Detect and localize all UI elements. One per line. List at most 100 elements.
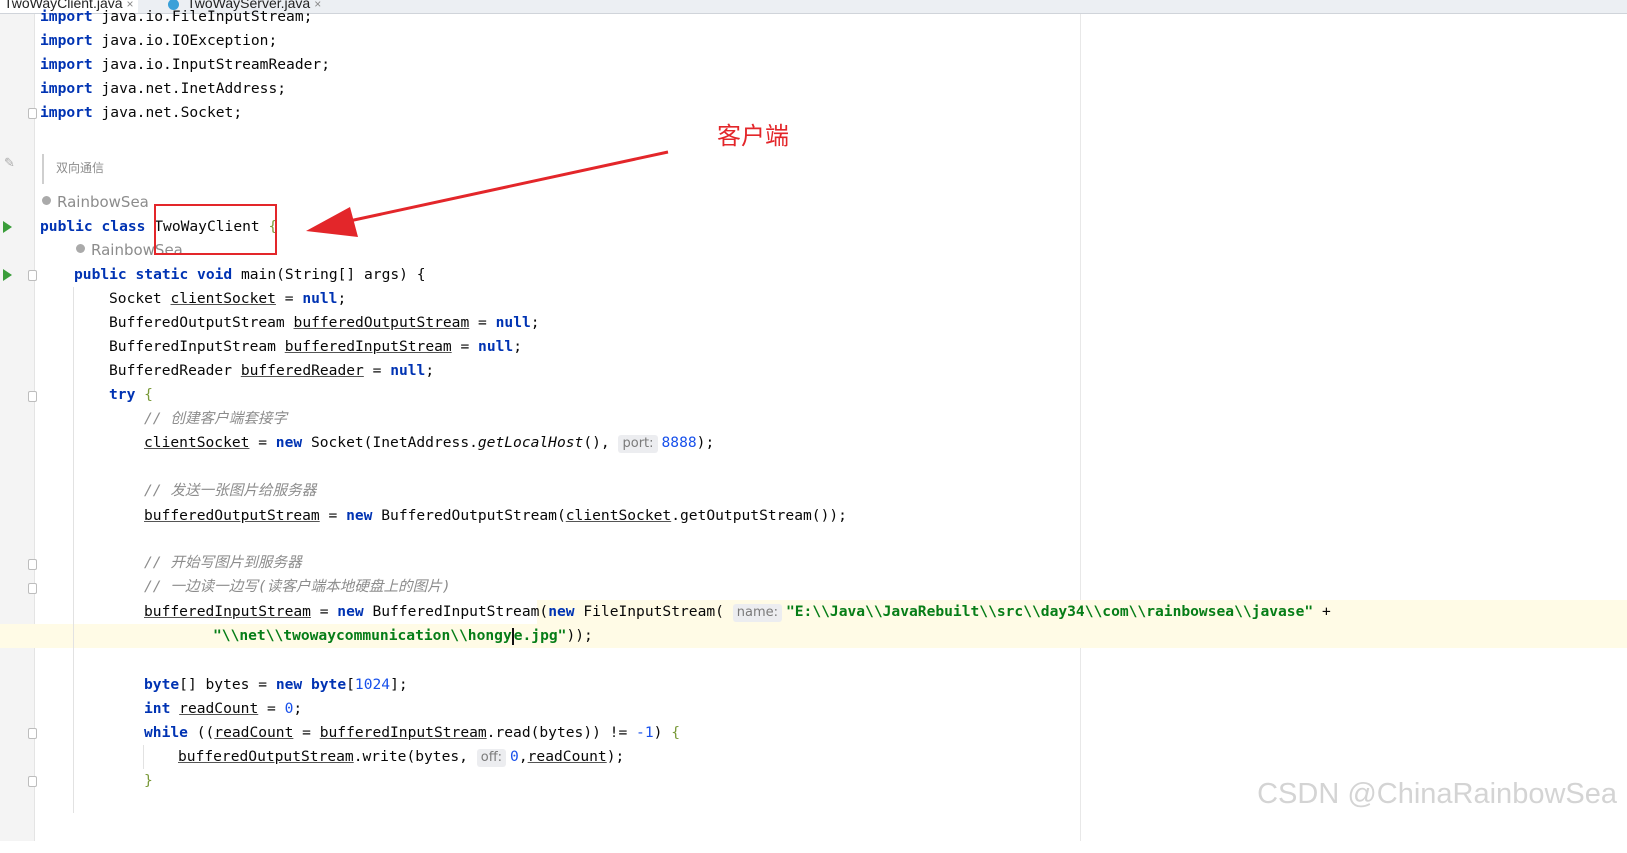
punctuation: ) <box>653 724 672 741</box>
method-call: .write(bytes, <box>353 748 477 765</box>
keyword: import <box>40 80 93 97</box>
run-gutter-icon[interactable] <box>3 269 12 281</box>
keyword: null <box>302 290 338 307</box>
fold-marker-icon[interactable] <box>28 391 37 402</box>
fold-marker-icon[interactable] <box>28 108 37 119</box>
code-line[interactable]: } <box>144 769 153 793</box>
code-line[interactable]: BufferedInputStream bufferedInputStream … <box>109 335 522 359</box>
code-line-current[interactable]: "\\net\\twowaycommunication\\hongy e.jpg"… <box>213 624 593 648</box>
keyword: class <box>101 218 146 235</box>
author-hint[interactable]: RainbowSea <box>42 193 149 211</box>
keyword: import <box>40 32 93 49</box>
fold-marker-icon[interactable] <box>28 270 37 281</box>
brace: { <box>416 266 426 283</box>
package: java.net. <box>101 80 181 97</box>
number-literal: 0 <box>510 748 519 765</box>
operator: = <box>319 507 347 524</box>
keyword: byte <box>310 676 347 693</box>
fold-marker-icon[interactable] <box>28 583 37 594</box>
type: BufferedReader <box>109 362 233 379</box>
brace: { <box>671 724 680 741</box>
code-comment[interactable]: // 创建客户端套接字 <box>144 407 287 431</box>
code-line[interactable]: Socket clientSocket = null; <box>109 287 346 311</box>
semicolon: ; <box>277 80 287 97</box>
constructor-call: BufferedInputStream( <box>372 603 549 620</box>
code-line[interactable]: BufferedReader bufferedReader = null; <box>109 359 434 383</box>
type: BufferedInputStream <box>109 338 276 355</box>
brace: { <box>144 386 153 403</box>
punctuation: ); <box>606 748 625 765</box>
string-literal: "E:\\Java\\JavaRebuilt\\src\\day34\\com\… <box>785 603 1314 620</box>
code-comment[interactable]: // 一边读一边写(读客户端本地硬盘上的图片) <box>144 575 451 599</box>
number-literal: 1024 <box>354 676 391 693</box>
indent-guide <box>73 287 74 813</box>
fold-marker-icon[interactable] <box>28 728 37 739</box>
parameter-hint: port: <box>618 435 658 453</box>
string-literal: "\\net\\twowaycommunication\\hongy <box>213 627 512 644</box>
variable: bufferedInputStream <box>284 338 452 355</box>
code-line-import[interactable]: import java.io.IOException; <box>40 29 277 53</box>
keyword: new <box>346 507 373 524</box>
static-method: getLocalHost <box>477 434 584 451</box>
variable: bufferedOutputStream <box>293 314 470 331</box>
keyword: try <box>109 386 136 403</box>
code-text: [] bytes = <box>179 676 276 693</box>
class-ref: IOException <box>171 32 269 49</box>
semicolon: ; <box>321 56 330 73</box>
close-icon[interactable]: × <box>314 0 321 11</box>
punctuation: , <box>518 748 528 765</box>
keyword: byte <box>144 676 180 693</box>
code-line-import[interactable]: import java.net.InetAddress; <box>40 77 286 101</box>
type: BufferedOutputStream <box>109 314 285 331</box>
variable: bufferedOutputStream <box>178 748 354 765</box>
pencil-icon[interactable]: ✎ <box>4 156 15 171</box>
comment-text: // 发送一张图片给服务器 <box>144 482 317 499</box>
annotation-label: 客户端 <box>717 122 789 150</box>
class-ref: Socket <box>180 104 234 121</box>
brace: } <box>144 772 153 789</box>
variable: bufferedOutputStream <box>144 507 320 524</box>
code-line-import[interactable]: import java.io.InputStreamReader; <box>40 53 330 77</box>
code-line-import[interactable]: import java.net.Socket; <box>40 101 242 125</box>
code-line-import[interactable]: import java.io.FileInputStream; <box>40 5 312 29</box>
parameter-hint: name: <box>732 604 782 622</box>
keyword: null <box>495 314 531 331</box>
keyword: import <box>40 56 93 73</box>
operator: = <box>451 338 479 355</box>
code-line[interactable]: byte[] bytes = new byte[1024]; <box>144 673 408 697</box>
keyword: new <box>337 603 364 620</box>
keyword: new <box>548 603 575 620</box>
keyword: import <box>40 8 93 25</box>
code-line[interactable]: bufferedOutputStream.write(bytes, off: 0,… <box>178 745 624 769</box>
punctuation: (( <box>187 724 215 741</box>
keyword: int <box>144 700 171 717</box>
fold-marker-icon[interactable] <box>28 776 37 787</box>
doc-comment-text: 双向通信 <box>56 161 105 175</box>
fold-marker-icon[interactable] <box>28 559 37 570</box>
class-ref: FileInputStream <box>171 8 304 25</box>
code-comment[interactable]: // 开始写图片到服务器 <box>144 551 302 575</box>
operator: = <box>310 603 338 620</box>
method-signature: main(String[] args) <box>240 266 417 283</box>
doc-comment-bar <box>42 154 44 184</box>
number-literal: -1 <box>636 724 654 741</box>
variable: readCount <box>179 700 259 717</box>
semicolon: ; <box>303 8 313 25</box>
user-icon <box>76 244 85 253</box>
run-gutter-icon[interactable] <box>3 221 12 233</box>
code-line[interactable]: int readCount = 0; <box>144 697 302 721</box>
punctuation: (), <box>583 434 619 451</box>
class-ref: InetAddress <box>180 80 278 97</box>
comment-text: // 一边读一边写(读客户端本地硬盘上的图片) <box>144 578 451 595</box>
code-line-main[interactable]: public static void main(String[] args) { <box>74 263 426 287</box>
code-line[interactable]: BufferedOutputStream bufferedOutputStrea… <box>109 311 540 335</box>
keyword: new <box>275 434 303 451</box>
keyword: while <box>144 724 188 741</box>
code-comment[interactable]: // 发送一张图片给服务器 <box>144 479 316 503</box>
code-line[interactable]: bufferedInputStream = new BufferedInputS… <box>144 600 1331 624</box>
variable: readCount <box>214 724 294 741</box>
code-line[interactable]: bufferedOutputStream = new BufferedOutpu… <box>144 504 847 528</box>
code-line-try[interactable]: try { <box>109 383 153 407</box>
code-line[interactable]: clientSocket = new Socket(InetAddress.ge… <box>144 431 714 455</box>
code-line-while[interactable]: while ((readCount = bufferedInputStream.… <box>144 721 680 745</box>
